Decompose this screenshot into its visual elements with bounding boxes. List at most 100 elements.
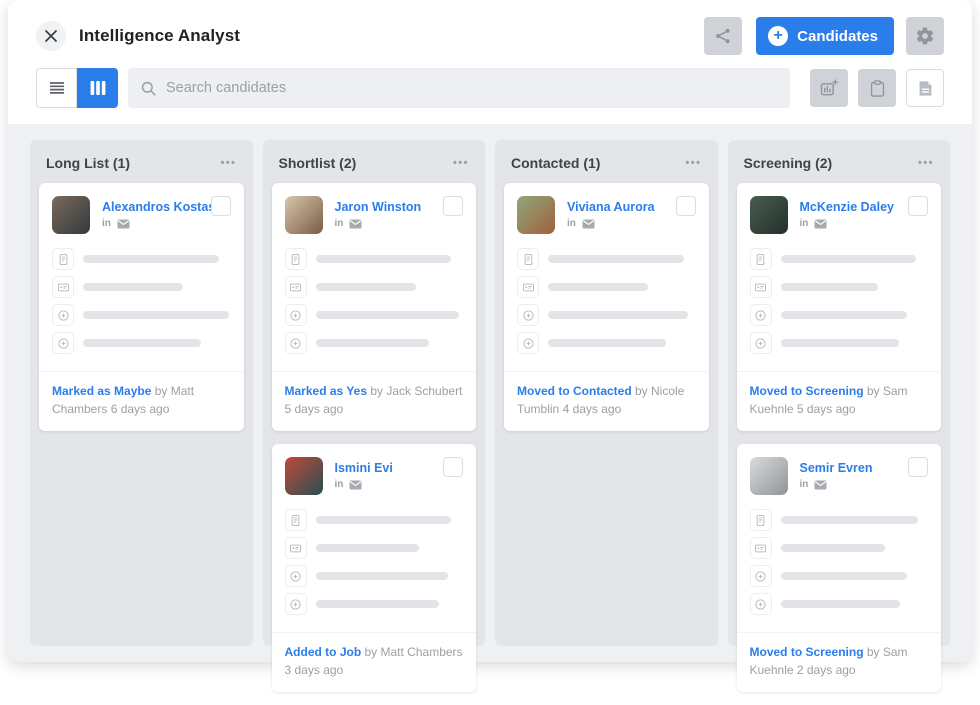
card-header: Semir Evren in [737,444,942,498]
linkedin-icon[interactable]: in [335,219,344,229]
detail-bar [781,600,900,608]
card-header: McKenzie Daley in [737,183,942,237]
linkedin-icon[interactable]: in [102,219,111,229]
candidate-name-link[interactable]: McKenzie Daley [800,200,894,214]
document-icon [517,248,539,270]
search-box [128,68,790,108]
candidate-card[interactable]: McKenzie Daley in [737,183,942,431]
search-input[interactable] [166,80,778,96]
id-card-icon [750,276,772,298]
column-menu-button[interactable]: ••• [916,156,934,171]
activity-note: Added to Job by Matt Chambers 3 days ago [272,632,477,692]
share-button[interactable] [704,17,742,55]
envelope-icon[interactable] [814,219,827,229]
card-details [737,498,942,623]
detail-line [316,600,464,608]
candidate-name-link[interactable]: Jaron Winston [335,200,422,214]
card-header: Jaron Winston in [272,183,477,237]
envelope-icon[interactable] [582,219,595,229]
activity-action: Added to Job [285,645,362,659]
envelope-icon[interactable] [349,219,362,229]
card-details [39,237,244,362]
candidate-info: Ismini Evi in [335,457,393,495]
contact-icons: in [335,480,393,490]
document-icon [916,79,935,98]
detail-bar [316,339,430,347]
close-button[interactable] [36,21,66,51]
activity-action: Marked as Maybe [52,384,151,398]
column-cards: Viviana Aurora in [504,183,709,444]
contact-icons: in [567,219,655,229]
candidate-card[interactable]: Ismini Evi in [272,444,477,692]
column-title: Contacted (1) [511,155,600,171]
detail-line [316,311,464,319]
settings-button[interactable] [906,17,944,55]
notes-button[interactable] [906,69,944,107]
detail-bar [548,339,666,347]
activity-action: Moved to Screening [750,384,864,398]
select-checkbox[interactable] [908,457,928,477]
detail-bar [83,255,219,263]
plus-circle-icon [285,593,307,615]
linkedin-icon[interactable]: in [800,219,809,229]
select-checkbox[interactable] [908,196,928,216]
detail-line [781,544,929,552]
select-checkbox[interactable] [443,196,463,216]
page-title: Intelligence Analyst [79,26,240,46]
select-checkbox[interactable] [676,196,696,216]
detail-line [781,600,929,608]
candidate-name-link[interactable]: Semir Evren [800,461,873,475]
id-card-icon [750,537,772,559]
share-icon [713,26,733,46]
list-view-button[interactable] [36,68,77,108]
clipboard-button[interactable] [858,69,896,107]
candidate-card[interactable]: Alexandros Kostas in [39,183,244,431]
detail-bar [781,255,917,263]
envelope-icon[interactable] [814,480,827,490]
detail-line [83,311,231,319]
detail-bar [781,516,918,524]
kanban-view-icon [89,79,107,97]
detail-bar [83,311,229,319]
detail-bar [316,572,449,580]
detail-bar [316,600,440,608]
card-details [737,237,942,362]
candidate-name-link[interactable]: Viviana Aurora [567,200,655,214]
column-header: Contacted (1) ••• [504,149,709,183]
candidate-name-link[interactable]: Alexandros Kostas [102,200,215,214]
envelope-icon[interactable] [349,480,362,490]
candidate-card[interactable]: Semir Evren in [737,444,942,692]
select-checkbox[interactable] [211,196,231,216]
document-icon [285,248,307,270]
column-menu-button[interactable]: ••• [683,156,701,171]
detail-bar [781,544,886,552]
envelope-icon[interactable] [117,219,130,229]
avatar [750,457,788,495]
linkedin-icon[interactable]: in [335,480,344,490]
plus-circle-icon [750,565,772,587]
list-view-icon [48,79,66,97]
view-toggle [36,68,118,108]
card-details [272,237,477,362]
column-menu-button[interactable]: ••• [218,156,236,171]
plus-circle-icon [750,593,772,615]
column-header: Screening (2) ••• [737,149,942,183]
column-menu-button[interactable]: ••• [451,156,469,171]
kanban-view-button[interactable] [77,68,118,108]
plus-circle-icon [52,332,74,354]
add-report-button[interactable] [810,69,848,107]
detail-line [316,283,464,291]
linkedin-icon[interactable]: in [567,219,576,229]
detail-line [781,516,929,524]
detail-line [548,283,696,291]
linkedin-icon[interactable]: in [800,480,809,490]
select-checkbox[interactable] [443,457,463,477]
candidate-card[interactable]: Jaron Winston in [272,183,477,431]
job-pipeline-window: Intelligence Analyst + Candidates [8,0,972,662]
avatar [285,457,323,495]
candidate-info: McKenzie Daley in [800,196,894,234]
add-candidates-button[interactable]: + Candidates [756,17,894,55]
toolbar [8,68,972,124]
candidate-card[interactable]: Viviana Aurora in [504,183,709,431]
candidate-name-link[interactable]: Ismini Evi [335,461,393,475]
